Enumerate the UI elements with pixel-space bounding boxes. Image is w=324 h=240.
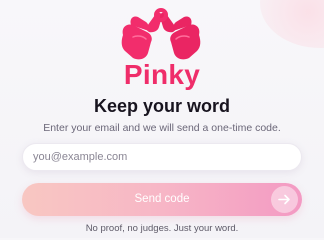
brand-name: Pinky — [123, 59, 201, 90]
decorative-blob — [260, 0, 324, 48]
email-input[interactable] — [33, 144, 293, 170]
pinky-promise-hands-icon — [121, 8, 201, 60]
footer-note: No proof, no judges. Just your word. — [85, 223, 239, 234]
arrow-right-icon — [271, 186, 298, 213]
send-code-button[interactable]: Send code — [22, 183, 302, 216]
send-code-label: Send code — [134, 193, 190, 205]
login-screen: Pinky Keep your word Enter your email an… — [0, 0, 324, 238]
page-title: Keep your word — [93, 96, 231, 116]
email-field — [22, 143, 302, 171]
page-subtitle: Enter your email and we will send a one-… — [43, 122, 281, 134]
